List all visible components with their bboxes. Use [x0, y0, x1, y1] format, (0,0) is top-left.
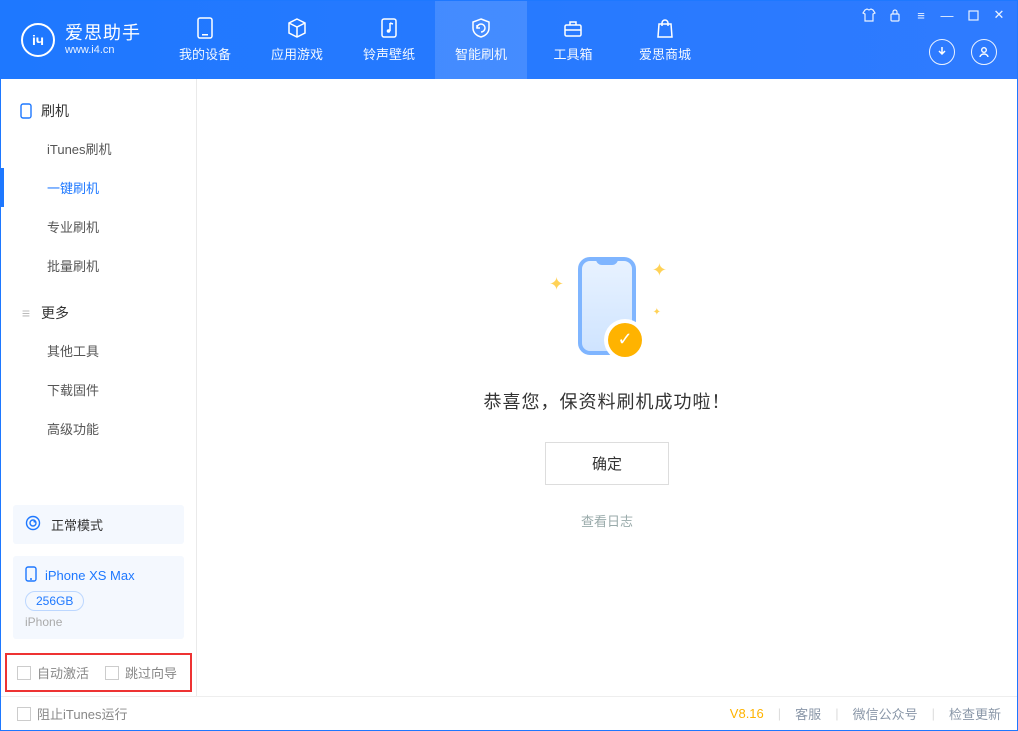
header-right-buttons — [929, 39, 997, 65]
device-phone-icon — [25, 566, 37, 585]
checkbox-auto-activate[interactable]: 自动激活 — [17, 663, 89, 682]
logo-text: 爱思助手 www.i4.cn — [65, 23, 141, 56]
list-icon: ≡ — [19, 306, 33, 320]
main-tabs: 我的设备 应用游戏 铃声壁纸 智能刷机 工具箱 爱思商城 — [159, 1, 711, 79]
device-name: iPhone XS Max — [45, 568, 135, 583]
lock-icon[interactable] — [887, 7, 903, 23]
logo[interactable]: iч 爱思助手 www.i4.cn — [1, 1, 159, 79]
tab-label: 工具箱 — [553, 44, 592, 63]
checkbox-block-itunes[interactable]: 阻止iTunes运行 — [17, 704, 128, 723]
tab-label: 铃声壁纸 — [363, 44, 415, 63]
tab-label: 智能刷机 — [455, 44, 507, 63]
logo-icon: iч — [21, 23, 55, 57]
sparkle-icon: ✦ — [653, 307, 661, 318]
success-message: 恭喜您，保资料刷机成功啦！ — [484, 388, 731, 414]
shopping-bag-icon — [652, 17, 678, 39]
device-panel[interactable]: iPhone XS Max 256GB iPhone — [13, 556, 184, 639]
ok-button[interactable]: 确定 — [545, 442, 669, 485]
sidebar-item-batch-flash[interactable]: 批量刷机 — [1, 246, 196, 285]
sidebar-item-download-firmware[interactable]: 下载固件 — [1, 370, 196, 409]
sparkle-icon: ✦ — [652, 260, 667, 281]
tab-toolbox[interactable]: 工具箱 — [527, 1, 619, 79]
sidebar-item-itunes-flash[interactable]: iTunes刷机 — [1, 129, 196, 168]
phone-icon — [192, 17, 218, 39]
mode-panel[interactable]: 正常模式 — [13, 505, 184, 544]
checkbox-icon — [17, 707, 31, 721]
status-bar: 阻止iTunes运行 V8.16 | 客服 | 微信公众号 | 检查更新 — [1, 696, 1017, 730]
support-link[interactable]: 客服 — [795, 704, 821, 723]
phone-outline-icon — [19, 104, 33, 118]
mode-label: 正常模式 — [51, 515, 103, 534]
tab-smart-flash[interactable]: 智能刷机 — [435, 1, 527, 79]
tab-store[interactable]: 爱思商城 — [619, 1, 711, 79]
highlighted-options: 自动激活 跳过向导 — [5, 653, 192, 692]
phone-graphic: ✓ — [578, 257, 636, 355]
tshirt-icon[interactable] — [861, 7, 877, 23]
wechat-link[interactable]: 微信公众号 — [853, 704, 918, 723]
cube-icon — [284, 17, 310, 39]
maximize-icon[interactable] — [965, 7, 981, 23]
section-title-label: 更多 — [41, 303, 69, 323]
body: 刷机 iTunes刷机 一键刷机 专业刷机 批量刷机 ≡ 更多 其他工具 下载固… — [1, 79, 1017, 696]
separator: | — [778, 706, 781, 721]
menu-icon[interactable]: ≡ — [913, 7, 929, 23]
view-log-link[interactable]: 查看日志 — [581, 511, 633, 530]
main-content: ✦ ✦ ✦ ✓ 恭喜您，保资料刷机成功啦！ 确定 查看日志 — [197, 79, 1017, 696]
sidebar-item-pro-flash[interactable]: 专业刷机 — [1, 207, 196, 246]
tab-ringtones-wallpapers[interactable]: 铃声壁纸 — [343, 1, 435, 79]
sidebar: 刷机 iTunes刷机 一键刷机 专业刷机 批量刷机 ≡ 更多 其他工具 下载固… — [1, 79, 197, 696]
titlebar-controls: ≡ — ✕ — [861, 7, 1007, 23]
logo-subtitle: www.i4.cn — [65, 44, 141, 57]
tab-label: 应用游戏 — [271, 44, 323, 63]
sync-icon — [25, 515, 41, 534]
sidebar-item-other-tools[interactable]: 其他工具 — [1, 331, 196, 370]
sparkle-icon: ✦ — [549, 274, 564, 295]
download-button[interactable] — [929, 39, 955, 65]
refresh-shield-icon — [468, 17, 494, 39]
music-note-icon — [376, 17, 402, 39]
separator: | — [932, 706, 935, 721]
user-button[interactable] — [971, 39, 997, 65]
sidebar-section-flash: 刷机 — [1, 93, 196, 129]
minimize-icon[interactable]: — — [939, 7, 955, 23]
section-title-label: 刷机 — [41, 101, 69, 121]
success-illustration: ✦ ✦ ✦ ✓ — [547, 246, 667, 366]
separator: | — [835, 706, 838, 721]
device-storage: 256GB — [25, 591, 84, 611]
checkbox-icon — [105, 666, 119, 680]
device-type: iPhone — [25, 615, 172, 629]
header-bar: iч 爱思助手 www.i4.cn 我的设备 应用游戏 铃声壁纸 智能刷机 — [1, 1, 1017, 79]
sidebar-section-more: ≡ 更多 — [1, 295, 196, 331]
sidebar-item-advanced[interactable]: 高级功能 — [1, 409, 196, 448]
footer-left: 阻止iTunes运行 — [17, 704, 128, 723]
check-badge-icon: ✓ — [608, 323, 642, 357]
app-window: iч 爱思助手 www.i4.cn 我的设备 应用游戏 铃声壁纸 智能刷机 — [0, 0, 1018, 731]
footer-right: V8.16 | 客服 | 微信公众号 | 检查更新 — [730, 704, 1001, 723]
version-label: V8.16 — [730, 706, 764, 721]
logo-title: 爱思助手 — [65, 23, 141, 44]
device-name-row: iPhone XS Max — [25, 566, 172, 585]
check-update-link[interactable]: 检查更新 — [949, 704, 1001, 723]
tab-apps-games[interactable]: 应用游戏 — [251, 1, 343, 79]
checkbox-icon — [17, 666, 31, 680]
tab-label: 爱思商城 — [639, 44, 691, 63]
close-icon[interactable]: ✕ — [991, 7, 1007, 23]
checkbox-skip-guide[interactable]: 跳过向导 — [105, 663, 177, 682]
tab-my-device[interactable]: 我的设备 — [159, 1, 251, 79]
toolbox-icon — [560, 17, 586, 39]
tab-label: 我的设备 — [179, 44, 231, 63]
sidebar-item-oneclick-flash[interactable]: 一键刷机 — [1, 168, 196, 207]
